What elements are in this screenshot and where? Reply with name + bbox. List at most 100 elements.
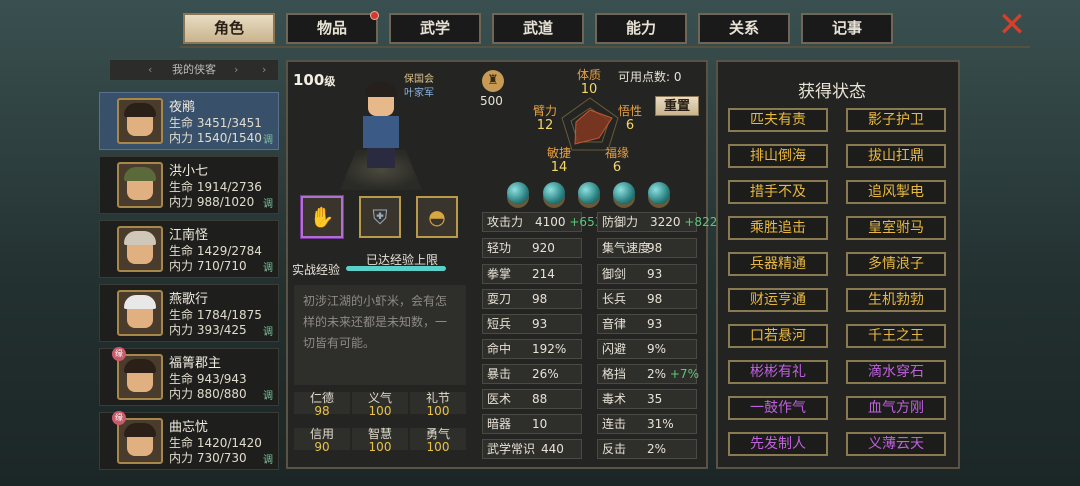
gauntlet-icon: ✋ (309, 205, 335, 229)
status-buff[interactable]: 乘胜追击 (728, 216, 828, 240)
equip-slot-accessory[interactable]: ◓ (416, 196, 458, 238)
stat-number: 10 (532, 417, 548, 431)
status-buff[interactable]: 义薄云天 (846, 432, 946, 456)
expand-icon[interactable]: › (262, 60, 266, 80)
virtue-value: 98 (314, 404, 330, 418)
status-buff[interactable]: 千王之王 (846, 324, 946, 348)
attr-value: 12 (536, 118, 554, 133)
stat-label: 拳掌 (487, 267, 512, 281)
status-buff[interactable]: 匹夫有责 (728, 108, 828, 132)
status-buff[interactable]: 影子护卫 (846, 108, 946, 132)
stat-number: 26% (532, 367, 559, 381)
tab-martial-way[interactable]: 武道 (492, 13, 584, 44)
status-buff[interactable]: 彬彬有礼 (728, 360, 828, 384)
chevron-left-icon[interactable]: ‹ (148, 60, 152, 80)
stat-number: 31% (647, 417, 674, 431)
status-buff[interactable]: 排山倒海 (728, 144, 828, 168)
hero-item[interactable]: 洪小七 生命 1914/2736 内力 988/1020 调 (99, 156, 279, 214)
stat-label: 格挡 (602, 367, 627, 381)
stat-label: 御剑 (602, 267, 627, 281)
stat-label: 音律 (602, 317, 627, 331)
stat-number: 98 (647, 241, 663, 255)
status-buff[interactable]: 滴水穿石 (846, 360, 946, 384)
reset-button[interactable]: 重置 (655, 96, 699, 116)
status-buff[interactable]: 生机勃勃 (846, 288, 946, 312)
hero-item[interactable]: 缘 福箐郡主 生命 943/943 内力 880/880 调 (99, 347, 279, 406)
status-buff[interactable]: 口若悬河 (728, 324, 828, 348)
stat-number: 88 (532, 392, 548, 406)
status-buff[interactable]: 多情浪子 (846, 252, 946, 276)
hero-item[interactable]: 缘 曲忘忧 生命 1420/1420 内力 730/730 调 (99, 411, 279, 470)
stat-number: 35 (647, 392, 663, 406)
status-buff[interactable]: 追风掣电 (846, 180, 946, 204)
hero-item[interactable]: 夜鹇 生命 3451/3451 内力 1540/1540 调 (99, 92, 279, 150)
status-buff[interactable]: 先发制人 (728, 432, 828, 456)
meridian-gem-icon[interactable] (648, 182, 670, 204)
radar-value (574, 109, 613, 145)
tab-journal[interactable]: 记事 (801, 13, 893, 44)
attr-strength: 臂力 12 (527, 104, 563, 133)
tab-character[interactable]: 角色 (183, 13, 275, 44)
stat-number: 920 (532, 241, 555, 255)
status-buff[interactable]: 财运亨通 (728, 288, 828, 312)
avatar (117, 226, 163, 272)
meridian-gem-icon[interactable] (507, 182, 529, 204)
hero-mp: 内力 393/425 (169, 323, 247, 337)
avatar-hair (124, 295, 156, 309)
hero-name: 江南怪 (169, 228, 209, 243)
figure-hair (365, 82, 397, 97)
attr-label: 福缘 (604, 146, 629, 160)
stat-label: 暴击 (487, 367, 512, 381)
adjust-button[interactable]: 调 (263, 131, 273, 146)
tab-martial-arts[interactable]: 武学 (389, 13, 481, 44)
chevron-right-icon[interactable]: › (234, 60, 238, 80)
status-buff[interactable]: 皇室驸马 (846, 216, 946, 240)
attr-label: 臂力 (532, 104, 557, 118)
hero-mp: 内力 1540/1540 (169, 131, 262, 145)
status-buff[interactable]: 血气方刚 (846, 396, 946, 420)
adjust-button[interactable]: 调 (263, 451, 273, 466)
adjust-button[interactable]: 调 (263, 323, 273, 338)
tab-items[interactable]: 物品 (286, 11, 379, 44)
virtue-value: 100 (426, 404, 450, 418)
meridian-gem-icon[interactable] (543, 182, 565, 204)
stat-row: 轻功 920 (482, 238, 582, 258)
notification-dot-icon (370, 11, 379, 20)
bond-badge: 缘 (112, 411, 126, 425)
stat-row: 命中 192% (482, 339, 582, 359)
stat-row: 暗器 10 (482, 414, 582, 434)
adjust-button[interactable]: 调 (263, 259, 273, 274)
tab-abilities[interactable]: 能力 (595, 13, 687, 44)
attribute-radar (561, 97, 619, 151)
hero-item[interactable]: 燕歌行 生命 1784/1875 内力 393/425 调 (99, 284, 279, 342)
meridian-gem-icon[interactable] (578, 182, 600, 204)
virtue-stat: 智慧 100 (352, 428, 408, 454)
close-icon[interactable]: ✕ (994, 8, 1030, 42)
hero-mp: 内力 730/730 (169, 451, 247, 465)
stat-label: 攻击力 (487, 215, 524, 229)
stat-row: 防御力 3220 +822 (597, 212, 717, 232)
attr-value: 6 (625, 118, 635, 133)
hero-list-title: 我的侠客 (172, 63, 216, 76)
status-buff[interactable]: 一鼓作气 (728, 396, 828, 420)
attr-label: 敏捷 (546, 146, 571, 160)
hero-name: 洪小七 (169, 164, 209, 179)
hero-item[interactable]: 江南怪 生命 1429/2784 内力 710/710 调 (99, 220, 279, 278)
stat-row: 闪避 9% (597, 339, 697, 359)
level-unit: 级 (324, 75, 336, 88)
stat-label: 连击 (602, 417, 627, 431)
status-buff[interactable]: 拔山扛鼎 (846, 144, 946, 168)
status-buff[interactable]: 兵器精通 (728, 252, 828, 276)
tab-relations[interactable]: 关系 (698, 13, 790, 44)
stat-number: 9% (647, 342, 667, 356)
stat-row: 医术 88 (482, 389, 582, 409)
adjust-button[interactable]: 调 (263, 195, 273, 210)
equip-slot-hand[interactable]: ✋ (301, 196, 343, 238)
meridian-gem-icon[interactable] (613, 182, 635, 204)
adjust-button[interactable]: 调 (263, 387, 273, 402)
status-buff[interactable]: 措手不及 (728, 180, 828, 204)
equip-slot-armor[interactable]: ⛨ (359, 196, 401, 238)
stat-row: 连击 31% (597, 414, 697, 434)
stat-row: 集气速度 98 (597, 238, 697, 258)
stat-number: 2% (647, 367, 667, 381)
